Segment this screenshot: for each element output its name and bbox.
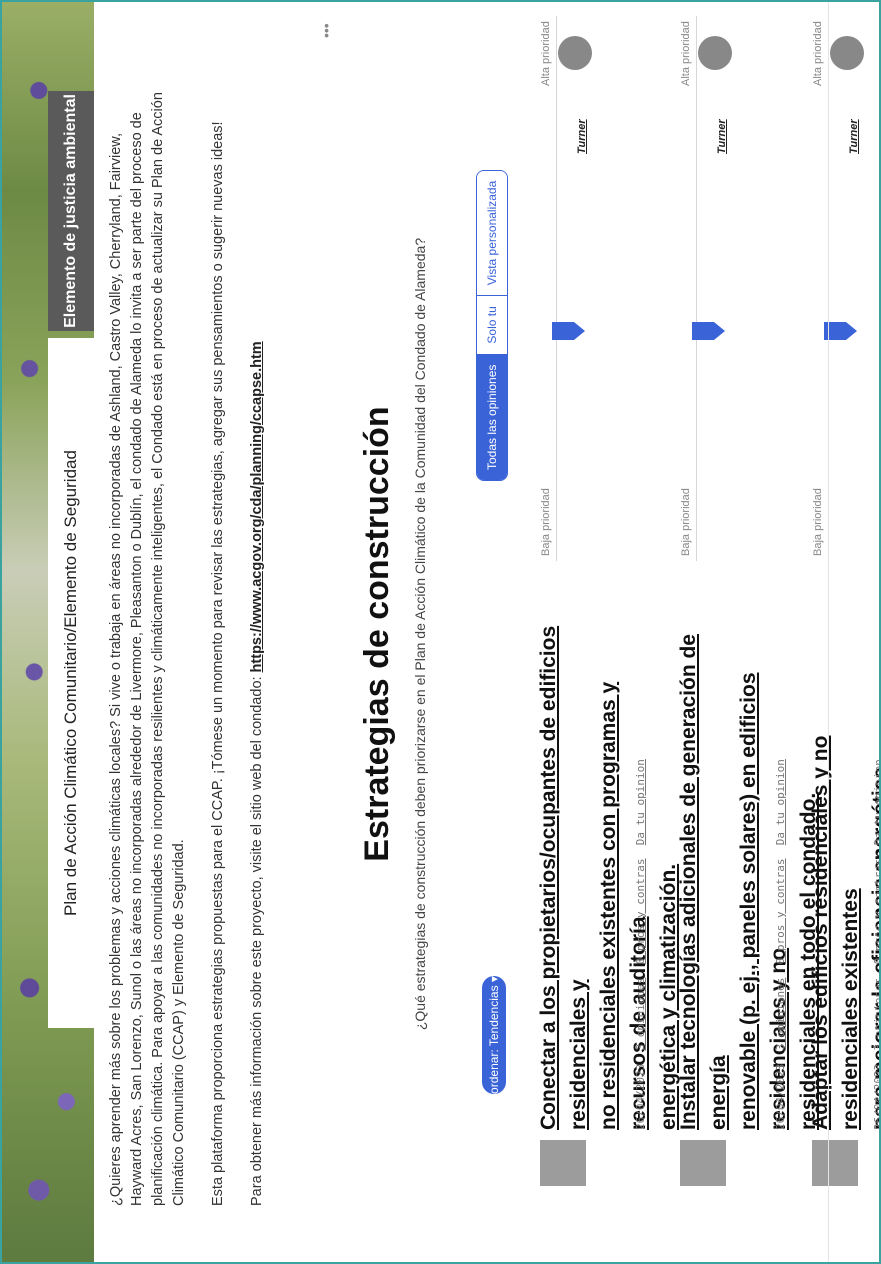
toggle-only-you[interactable]: Solo tu [477,296,507,355]
avatar [698,36,732,70]
pros-cons-link[interactable]: 0 pros y contras [634,858,647,964]
strategy-thumbnail [540,1140,586,1186]
strategy-thumbnail [812,1140,858,1186]
avatar [558,36,592,70]
divider [828,2,829,1262]
tab-ccap-safety-element[interactable]: Plan de Acción Climático Comunitario/Ele… [48,338,94,1028]
high-priority-label: Alta prioridad [540,21,552,86]
strategy-item: Adaptar los edificios residenciales y no… [802,2,881,1262]
tab-environmental-justice[interactable]: Elemento de justicia ambiental [48,91,94,331]
title-line: Conectar a los propietarios/ocupantes de… [537,625,590,1130]
page-question: ¿Qué estrategias de construcción deben p… [412,237,428,1031]
page-title: Estrategias de construcción [358,406,396,862]
strategy-date: 26/04/2023 [634,1063,647,1130]
strategy-date: 26/04/2023 [872,1063,881,1130]
more-options-icon[interactable]: ••• [318,23,334,38]
give-opinion-link[interactable]: Da tu opinion [872,759,879,845]
high-priority-label: Alta prioridad [812,21,824,86]
strategy-item: Instalar tecnologías adicionales de gene… [670,2,820,1262]
strategy-thumbnail [680,1140,726,1186]
low-priority-label: Baja prioridad [812,488,824,556]
strategy-meta: 26/04/2023 3 opiniones 0 pros y contras … [634,759,647,1130]
priority-slider-track[interactable] [556,16,557,561]
screenshot-frame: Plan de Acción Climático Comunitario/Ele… [0,0,881,1264]
pros-cons-link[interactable]: 0 pros y contras [872,858,879,964]
intro-paragraph-2: Esta plataforma proporciona estrategias … [210,121,226,1206]
intro-paragraph-1: ¿Quieres aprender más sobre los problema… [108,92,187,1206]
toggle-all-opinions[interactable]: Todas las opiniones [477,354,507,480]
give-opinion-link[interactable]: Da tu opinion [634,759,647,845]
strategy-title[interactable]: Conectar a los propietarios/ocupantes de… [534,610,684,1130]
strategy-item: Conectar a los propietarios/ocupantes de… [530,2,680,1262]
vote-name-tag: Turner [848,119,860,154]
opinions-count-link[interactable]: 3 opiniones [872,978,879,1051]
intro-text: ¿Quieres aprender más sobre los problema… [106,76,286,1206]
give-opinion-link[interactable]: Da tu opinion [774,759,787,845]
sort-dropdown-button[interactable]: ordenar: Tendencias ▾ [482,976,506,1094]
high-priority-label: Alta prioridad [680,21,692,86]
strategy-title[interactable]: Adaptar los edificios residenciales y no… [806,610,879,1130]
view-toggle: Todas las opiniones Solo tu Vista person… [476,169,508,481]
title-line: Adaptar los edificios residenciales y no… [809,735,862,1130]
opinions-count-link[interactable]: 3 opiniones [634,978,647,1051]
page-rotated: Plan de Acción Climático Comunitario/Ele… [2,2,881,1262]
strategy-date: 26/04/2023 [774,1063,787,1130]
low-priority-label: Baja prioridad [680,488,692,556]
priority-slider-track[interactable] [696,16,697,561]
low-priority-label: Baja prioridad [540,488,552,556]
opinions-count-link[interactable]: 3 opiniones [774,978,787,1051]
county-website-link[interactable]: https://www.acgov.org/cda/planning/ccaps… [249,341,265,672]
vote-name-tag: Turner [716,119,728,154]
strategy-meta: 26/04/2023 3 opiniones 0 pros y contras … [774,759,787,1130]
strategy-meta: 26/04/2023 3 opiniones 0 pros y contras … [872,759,881,1130]
avatar [830,36,864,70]
pros-cons-link[interactable]: 0 pros y contras [774,858,787,964]
vote-name-tag: Turner [576,119,588,154]
toggle-custom-view[interactable]: Vista personalizada [477,170,507,297]
title-line: Instalar tecnologías adicionales de gene… [677,634,730,1130]
intro-paragraph-3-text: Para obtener más información sobre este … [249,672,265,1206]
intro-paragraph-3: Para obtener más información sobre este … [247,76,268,1206]
